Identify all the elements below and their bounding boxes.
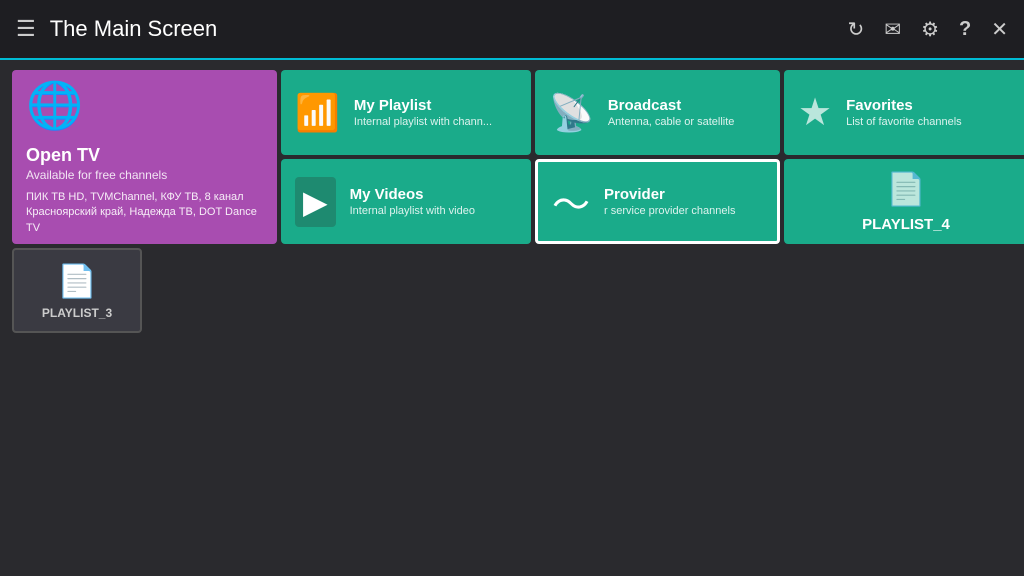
open-tv-title: Open TV — [26, 145, 167, 166]
globe-icon — [26, 78, 83, 133]
my-videos-card[interactable]: My Videos Internal playlist with video — [281, 159, 531, 244]
broadcast-subtitle: Antenna, cable or satellite — [608, 116, 735, 128]
header: The Main Screen — [0, 0, 1024, 60]
open-tv-subtitle: Available for free channels — [26, 168, 167, 182]
provider-subtitle: r service provider channels — [604, 205, 735, 217]
broadcast-text: Broadcast Antenna, cable or satellite — [608, 97, 735, 128]
provider-text: Provider r service provider channels — [604, 186, 735, 217]
playlist-row: PLAYLIST_3 — [0, 244, 1024, 333]
header-actions — [848, 17, 1008, 42]
menu-icon[interactable] — [16, 16, 36, 42]
header-left: The Main Screen — [16, 16, 217, 42]
playlist3-title: PLAYLIST_3 — [42, 306, 112, 320]
broadcast-card[interactable]: Broadcast Antenna, cable or satellite — [535, 70, 780, 155]
refresh-icon[interactable] — [848, 17, 865, 42]
favorites-subtitle: List of favorite channels — [846, 116, 962, 128]
provider-icon — [552, 174, 590, 229]
my-videos-subtitle: Internal playlist with video — [350, 205, 475, 217]
favorites-card[interactable]: Favorites List of favorite channels — [784, 70, 1024, 155]
my-playlist-title: My Playlist — [354, 97, 492, 114]
star-icon — [798, 90, 832, 135]
bars-icon — [295, 92, 340, 134]
favorites-title: Favorites — [846, 97, 962, 114]
file-icon-4 — [886, 170, 926, 208]
open-tv-card[interactable]: Open TV Available for free channels ПИК … — [12, 70, 277, 244]
playlist4-title: PLAYLIST_4 — [862, 216, 950, 233]
my-playlist-text: My Playlist Internal playlist with chann… — [354, 97, 492, 128]
mail-icon[interactable] — [884, 17, 901, 42]
my-playlist-subtitle: Internal playlist with chann... — [354, 116, 492, 128]
favorites-text: Favorites List of favorite channels — [846, 97, 962, 128]
my-videos-text: My Videos Internal playlist with video — [350, 186, 475, 217]
provider-card[interactable]: Provider r service provider channels — [535, 159, 780, 244]
antenna-icon — [549, 92, 594, 134]
page-title: The Main Screen — [50, 16, 218, 42]
close-icon[interactable] — [991, 17, 1008, 42]
my-videos-title: My Videos — [350, 186, 475, 203]
open-tv-channels: ПИК ТВ HD, TVMChannel, КФУ ТВ, 8 канал К… — [26, 190, 263, 236]
playlist3-card[interactable]: PLAYLIST_3 — [12, 248, 142, 333]
my-playlist-card[interactable]: My Playlist Internal playlist with chann… — [281, 70, 531, 155]
broadcast-title: Broadcast — [608, 97, 735, 114]
play-icon — [295, 177, 336, 227]
open-tv-text: Open TV Available for free channels — [26, 145, 167, 182]
settings-icon[interactable] — [921, 17, 939, 42]
playlist4-card[interactable]: PLAYLIST_4 — [784, 159, 1024, 244]
main-grid: Open TV Available for free channels ПИК … — [0, 60, 1024, 244]
file-icon-3 — [57, 262, 97, 300]
provider-title: Provider — [604, 186, 735, 203]
help-icon[interactable] — [959, 18, 971, 41]
